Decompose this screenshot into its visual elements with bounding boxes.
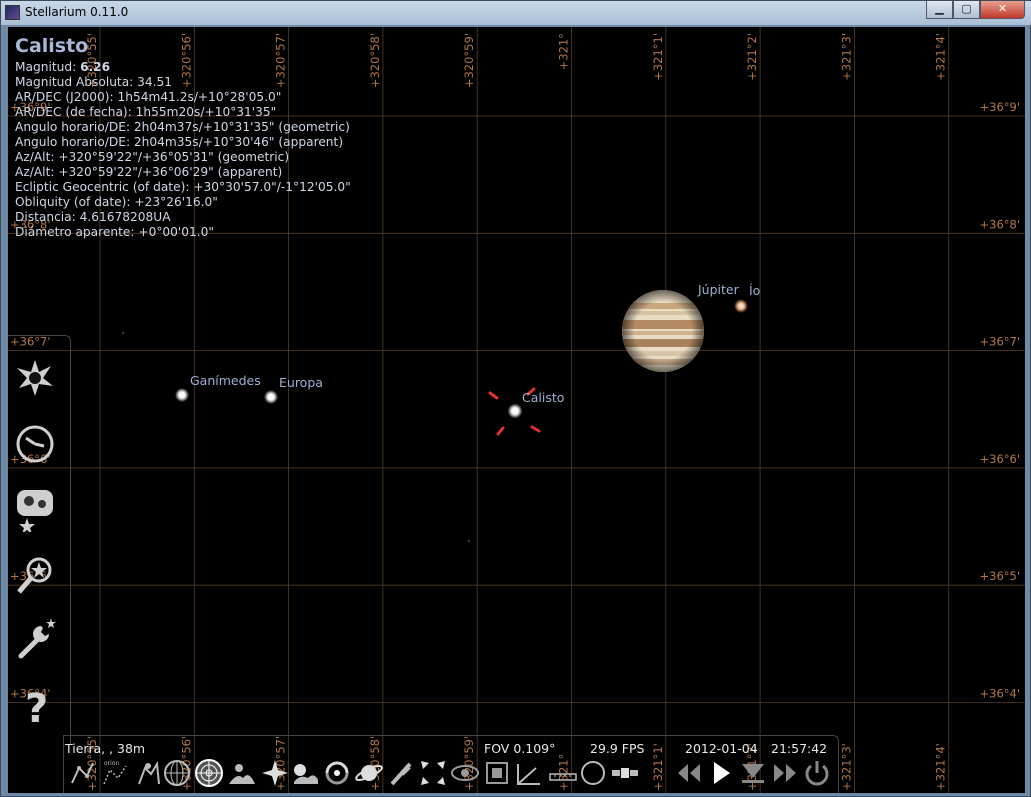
- constellation-art-icon[interactable]: [133, 758, 163, 788]
- az-tick-label: +321°4': [934, 33, 948, 81]
- azimuthal-grid-icon[interactable]: [194, 758, 224, 788]
- satellite-icon[interactable]: [610, 758, 640, 788]
- az-tick-label: +321°: [557, 33, 571, 70]
- az-tick-label: +321°3': [839, 33, 853, 81]
- az-tick-label: +321°4': [934, 743, 948, 791]
- center-object-icon[interactable]: [418, 758, 448, 788]
- info-lines: Magnitud Absoluta: 34.51 AR/DEC (J2000): …: [15, 75, 351, 240]
- nebulas-icon[interactable]: [322, 758, 352, 788]
- ganymede-moon[interactable]: [175, 388, 189, 402]
- maximize-button[interactable]: ▢: [953, 1, 980, 19]
- search-window-icon[interactable]: [11, 552, 59, 600]
- info-line: Az/Alt: +320°59'22"/+36°05'31" (geometri…: [15, 150, 290, 164]
- az-tick-label: +320°59': [462, 33, 476, 88]
- fps-status: 29.9 FPS: [590, 741, 645, 756]
- equatorial-grid-icon[interactable]: [162, 758, 192, 788]
- faster-time-icon[interactable]: [770, 758, 800, 788]
- jupiter-planet[interactable]: [620, 289, 706, 373]
- ruler-icon[interactable]: [548, 758, 578, 788]
- fov-status: FOV 0.109°: [484, 741, 556, 756]
- az-tick-label: +320°58': [368, 33, 382, 88]
- equatorial-mount-icon[interactable]: [386, 758, 416, 788]
- callisto-label: Calisto: [522, 390, 564, 405]
- alt-tick-label: +36°6': [980, 452, 1021, 466]
- minimize-button[interactable]: ▁: [926, 1, 953, 19]
- alt-tick-label: +36°5': [980, 569, 1021, 583]
- europa-label: Europa: [279, 375, 323, 390]
- info-line: Magnitud Absoluta: 34.51: [15, 75, 173, 89]
- info-line: AR/DEC (de fecha): 1h55m20s/+10°31'35": [15, 105, 277, 119]
- ground-icon[interactable]: [227, 758, 257, 788]
- orion-label: orion: [104, 760, 119, 767]
- fullscreen-icon[interactable]: [482, 758, 512, 788]
- atmosphere-icon[interactable]: [290, 758, 320, 788]
- quit-icon[interactable]: [802, 758, 832, 788]
- alt-tick-label: +36°4': [980, 687, 1021, 701]
- alt-tick-label: +36°9': [980, 100, 1021, 114]
- info-title: Calisto: [15, 35, 89, 57]
- europa-moon[interactable]: [264, 390, 278, 404]
- field-star: [468, 540, 470, 542]
- info-line: Ecliptic Geocentric (of date): +30°30'57…: [15, 180, 351, 194]
- info-line: Angulo horario/DE: 2h04m37s/+10°31'35" (…: [15, 120, 350, 134]
- info-line: Az/Alt: +320°59'22"/+36°06'29" (apparent…: [15, 165, 283, 179]
- callisto-moon[interactable]: [507, 403, 523, 419]
- app-icon: [5, 5, 20, 20]
- configuration-window-icon[interactable]: [11, 616, 59, 664]
- info-magnitude: Magnitud: 6.26: [15, 60, 351, 75]
- title-bar[interactable]: Stellarium 0.11.0 ▁ ▢ ✕: [1, 1, 1031, 25]
- now-time-icon[interactable]: [738, 758, 768, 788]
- app-window: Stellarium 0.11.0 ▁ ▢ ✕ +320°55' +320°56'…: [0, 0, 1031, 797]
- window-title: Stellarium 0.11.0: [25, 5, 129, 19]
- info-line: Distancia: 4.61678208UA: [15, 210, 171, 224]
- az-tick-label: +321°3': [839, 743, 853, 791]
- io-moon[interactable]: [734, 299, 748, 313]
- date-time-window-icon[interactable]: [11, 420, 59, 468]
- sky-viewing-options-icon[interactable]: [11, 484, 59, 532]
- constellation-lines-icon[interactable]: [67, 758, 97, 788]
- close-button[interactable]: ✕: [980, 1, 1025, 19]
- magnitude-value: 6.26: [80, 60, 111, 74]
- info-line: Obliquity (of date): +23°26'16.0": [15, 195, 218, 209]
- help-window-icon[interactable]: ?: [11, 682, 59, 730]
- az-tick-label: +321°1': [651, 33, 665, 81]
- cardinal-points-icon[interactable]: [260, 758, 290, 788]
- constellation-labels-icon[interactable]: orion: [100, 758, 130, 788]
- time-status: 21:57:42: [771, 741, 828, 756]
- info-line: Diámetro aparente: +0°00'01.0": [15, 225, 215, 239]
- alt-tick-label: +36°8': [980, 217, 1021, 231]
- ganymede-label: Ganímedes: [190, 373, 261, 388]
- ocular-icon[interactable]: [578, 758, 608, 788]
- date-status: 2012-01-04: [685, 741, 758, 756]
- sky-view[interactable]: +320°55' +320°56' +320°57' +320°58' +320°59'…: [8, 27, 1025, 793]
- angle-measure-icon[interactable]: [514, 758, 544, 788]
- night-mode-icon[interactable]: [450, 758, 480, 788]
- svg-text:?: ?: [25, 686, 48, 730]
- slower-time-icon[interactable]: [674, 758, 704, 788]
- field-star: [122, 332, 124, 334]
- object-info-panel: Calisto Magnitud: 6.26 Magnitud Absoluta…: [15, 35, 351, 240]
- jupiter-label: Júpiter: [697, 282, 740, 297]
- location-window-icon[interactable]: [11, 354, 59, 402]
- left-sidebar: ?: [8, 335, 71, 745]
- planet-labels-icon[interactable]: [354, 758, 384, 788]
- io-label: Ío: [749, 283, 760, 298]
- location-status: Tierra, , 38m: [65, 741, 146, 756]
- az-tick-label: +321°2': [745, 33, 759, 81]
- alt-tick-label: +36°7': [980, 335, 1021, 349]
- info-line: Angulo horario/DE: 2h04m35s/+10°30'46" (…: [15, 135, 344, 149]
- info-line: AR/DEC (J2000): 1h54m41.2s/+10°28'05.0": [15, 90, 282, 104]
- magnitude-label: Magnitud:: [15, 60, 81, 74]
- play-time-icon[interactable]: [706, 758, 736, 788]
